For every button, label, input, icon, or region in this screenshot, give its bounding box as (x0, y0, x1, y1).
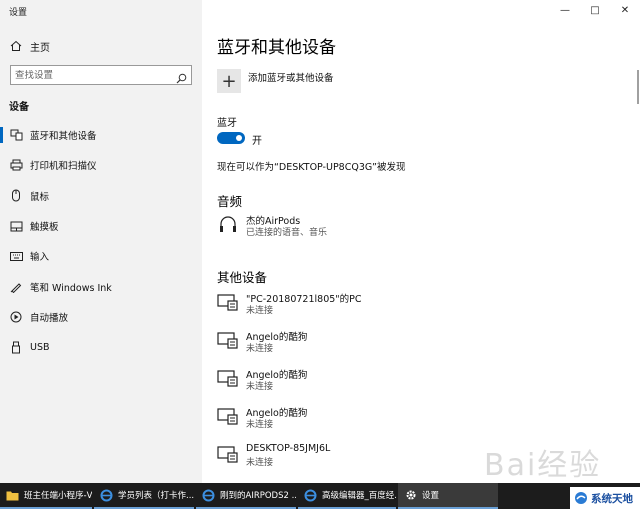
device-name: DESKTOP-85JMJ6L (246, 443, 331, 454)
sidebar-item-label: 蓝牙和其他设备 (30, 131, 97, 143)
taskbar-item-label: 设置 (422, 491, 440, 501)
minimize-button[interactable]: — (550, 0, 580, 20)
watermark: Bai经验 (484, 448, 602, 483)
scrollbar[interactable] (637, 70, 639, 104)
bluetooth-label: 蓝牙 (217, 118, 237, 129)
headphones-icon (217, 215, 239, 233)
device-icon (217, 407, 239, 425)
sidebar-item-pen[interactable]: 笔和 Windows Ink (0, 271, 202, 301)
device-status: 未连接 (246, 382, 274, 392)
sidebar-section-title: 设备 (9, 102, 29, 113)
sidebar: 设置 主页 设备 蓝牙和其他设备 (0, 0, 202, 483)
autoplay-icon (9, 311, 23, 323)
ie-icon (202, 489, 215, 502)
home-icon (9, 40, 23, 52)
device-status: 未连接 (246, 420, 274, 430)
brand-icon (574, 491, 588, 505)
audio-section-title: 音频 (217, 194, 243, 209)
sidebar-item-typing[interactable]: 输入 (0, 241, 202, 271)
bluetooth-toggle-state: 开 (252, 136, 262, 147)
home-label: 主页 (30, 42, 50, 54)
keyboard-icon (9, 251, 23, 261)
brand-logo: 系统天地 (570, 487, 640, 509)
add-device-button[interactable]: + (217, 69, 241, 93)
usb-icon (9, 341, 23, 354)
sidebar-item-label: 鼠标 (30, 191, 50, 203)
sidebar-item-touchpad[interactable]: 触摸板 (0, 211, 202, 241)
sidebar-item-label: USB (30, 341, 50, 353)
add-device-label[interactable]: 添加蓝牙或其他设备 (248, 70, 334, 84)
sidebar-item-mouse[interactable]: 鼠标 (0, 181, 202, 211)
device-status: 未连接 (246, 344, 274, 354)
sidebar-nav: 蓝牙和其他设备 打印机和扫描仪 鼠标 触摸板 输入 笔和 Windows Ink… (0, 120, 202, 362)
device-icon (217, 293, 239, 311)
taskbar-item-folder[interactable]: 班主任端小程序-V... (0, 483, 92, 509)
device-icon (217, 369, 239, 387)
folder-icon (6, 489, 19, 502)
mouse-icon (9, 189, 23, 202)
device-icon (217, 331, 239, 349)
taskbar-item-label: 班主任端小程序-V... (24, 491, 92, 501)
sidebar-item-label: 自动播放 (30, 312, 69, 324)
other-devices-section-title: 其他设备 (217, 270, 268, 285)
sidebar-item-usb[interactable]: USB (0, 332, 202, 362)
sidebar-item-label: 笔和 Windows Ink (30, 282, 112, 294)
window-title: 设置 (9, 8, 28, 18)
sidebar-item-bluetooth[interactable]: 蓝牙和其他设备 (0, 120, 202, 150)
window-controls: — □ ✕ (550, 0, 640, 22)
device-status: 未连接 (246, 458, 274, 468)
main-content: — □ ✕ 蓝牙和其他设备 + 添加蓝牙或其他设备 蓝牙 开 现在可以作为“DE… (202, 0, 640, 483)
settings-window: 设置 主页 设备 蓝牙和其他设备 (0, 0, 640, 483)
brand-label: 系统天地 (591, 492, 633, 505)
search-icon[interactable] (176, 69, 187, 88)
sidebar-item-label: 打印机和扫描仪 (30, 161, 97, 173)
taskbar: 班主任端小程序-V... 学员列表（打卡作... 刚到的AIRPODS2 ...… (0, 483, 640, 509)
touchpad-icon (9, 221, 23, 232)
sidebar-home[interactable]: 主页 (0, 34, 202, 58)
page-title: 蓝牙和其他设备 (217, 38, 336, 58)
taskbar-item-label: 高级编辑器_百度经... (322, 491, 396, 501)
taskbar-item-browser[interactable]: 刚到的AIRPODS2 ... (196, 483, 296, 509)
device-status: 已连接的语音、音乐 (246, 228, 328, 238)
sidebar-item-label: 触摸板 (30, 222, 59, 234)
taskbar-item-label: 学员列表（打卡作... (118, 491, 194, 501)
taskbar-item-browser[interactable]: 高级编辑器_百度经... (298, 483, 396, 509)
pen-icon (9, 281, 23, 293)
maximize-button[interactable]: □ (580, 0, 610, 20)
gear-icon (404, 489, 417, 502)
ie-icon (304, 489, 317, 502)
device-status: 未连接 (246, 306, 274, 316)
search-input[interactable] (11, 69, 171, 81)
search-box (10, 65, 192, 85)
device-icon (217, 445, 239, 463)
discoverable-text: 现在可以作为“DESKTOP-UP8CQ3G”被发现 (217, 162, 406, 173)
taskbar-item-settings[interactable]: 设置 (398, 483, 498, 509)
taskbar-item-label: 刚到的AIRPODS2 ... (220, 491, 296, 501)
printer-icon (9, 159, 23, 171)
plus-icon: + (221, 70, 237, 92)
sidebar-item-printers[interactable]: 打印机和扫描仪 (0, 150, 202, 180)
close-button[interactable]: ✕ (610, 0, 640, 20)
sidebar-item-autoplay[interactable]: 自动播放 (0, 302, 202, 332)
bluetooth-devices-icon (9, 129, 23, 141)
ie-icon (100, 489, 113, 502)
bluetooth-toggle[interactable] (217, 132, 245, 144)
taskbar-item-browser[interactable]: 学员列表（打卡作... (94, 483, 194, 509)
sidebar-item-label: 输入 (30, 252, 50, 264)
